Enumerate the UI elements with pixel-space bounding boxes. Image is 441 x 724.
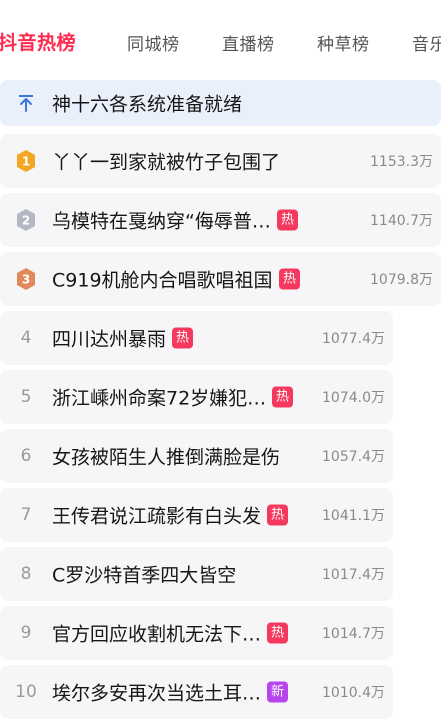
heat-count: 1079.8万 [370,272,433,288]
heat-count: 1014.7万 [322,626,385,642]
item-title: 王传君说江疏影有白头发 [52,505,262,528]
rank-number: 7 [20,505,32,525]
heat-count: 1140.7万 [370,213,433,229]
list-item[interactable]: 7 王传君说江疏影有白头发热 1041.1万 [0,488,393,542]
item-title: C919机舱内合唱歌唱祖国 [52,269,273,292]
tab-recommend[interactable]: 种草榜 [317,30,370,55]
rank-number: 2 [22,214,30,228]
hot-badge: 热 [277,209,298,231]
hot-badge: 热 [267,504,288,526]
pinned-title: 神十六各系统准备就绪 [52,93,243,116]
hot-badge: 热 [172,327,193,349]
hot-list: 神十六各系统准备就绪 1 丫丫一到家就被竹子包围了 1153.3万 2 乌模特在戛… [0,80,441,724]
hot-badge: 热 [279,268,300,290]
item-title: 丫丫一到家就被竹子包围了 [52,151,281,174]
tab-douyin-hot[interactable]: 抖音热榜 [0,28,76,55]
hot-badge: 热 [267,622,288,644]
tab-bar: 抖音热榜 同城榜 直播榜 种草榜 音乐 [0,0,441,86]
item-title: 四川达州暴雨 [52,328,167,351]
tab-music[interactable]: 音乐 [412,30,441,55]
pinned-item[interactable]: 神十六各系统准备就绪 [0,80,441,126]
item-title: 埃尔多安再次当选土耳… [52,682,262,705]
list-item[interactable]: 10 埃尔多安再次当选土耳… 新 1010.4万 [0,665,393,719]
item-title: 浙江嵊州命案72岁嫌犯… [52,387,267,410]
list-item[interactable]: 3 C919机舱内合唱歌唱祖国热 1079.8万 [0,252,441,306]
heat-count: 1017.4万 [322,567,385,583]
heat-count: 1153.3万 [370,154,433,170]
item-title: C罗沙特首季四大皆空 [52,564,237,587]
item-title: 官方回应收割机无法下… [52,623,262,646]
heat-count: 1010.4万 [322,685,385,701]
rank-number: 1 [22,155,30,169]
list-item[interactable]: 8 C罗沙特首季四大皆空 1017.4万 [0,547,393,601]
list-item[interactable]: 6 女孩被陌生人推倒满脸是伤 1057.4万 [0,429,393,483]
rank-medal-icon: 3 [17,268,35,290]
rank-number: 9 [20,623,32,643]
item-title: 乌模特在戛纳穿“侮辱普… [52,210,271,233]
rank-number: 5 [20,387,32,407]
list-item[interactable]: 2 乌模特在戛纳穿“侮辱普… 热 1140.7万 [0,193,441,247]
list-item[interactable]: 1 丫丫一到家就被竹子包围了 1153.3万 [0,134,441,188]
list-item[interactable]: 4 四川达州暴雨热 1077.4万 [0,311,393,365]
rank-number: 8 [20,564,32,584]
heat-count: 1077.4万 [322,331,385,347]
heat-count: 1041.1万 [322,508,385,524]
rank-number: 4 [20,328,32,348]
heat-count: 1057.4万 [322,449,385,465]
item-title: 女孩被陌生人推倒满脸是伤 [52,446,281,469]
rank-medal-icon: 2 [17,209,35,231]
rank-number: 3 [22,273,30,287]
tab-live[interactable]: 直播榜 [222,30,275,55]
rank-medal-icon: 1 [17,150,35,172]
pin-top-icon [19,95,33,112]
tab-city[interactable]: 同城榜 [127,30,180,55]
heat-count: 1074.0万 [322,390,385,406]
new-badge: 新 [267,681,288,703]
rank-number: 6 [20,446,32,466]
hot-badge: 热 [272,386,293,408]
list-item[interactable]: 5 浙江嵊州命案72岁嫌犯… 热 1074.0万 [0,370,393,424]
list-item[interactable]: 9 官方回应收割机无法下… 热 1014.7万 [0,606,393,660]
rank-number: 10 [15,682,37,702]
